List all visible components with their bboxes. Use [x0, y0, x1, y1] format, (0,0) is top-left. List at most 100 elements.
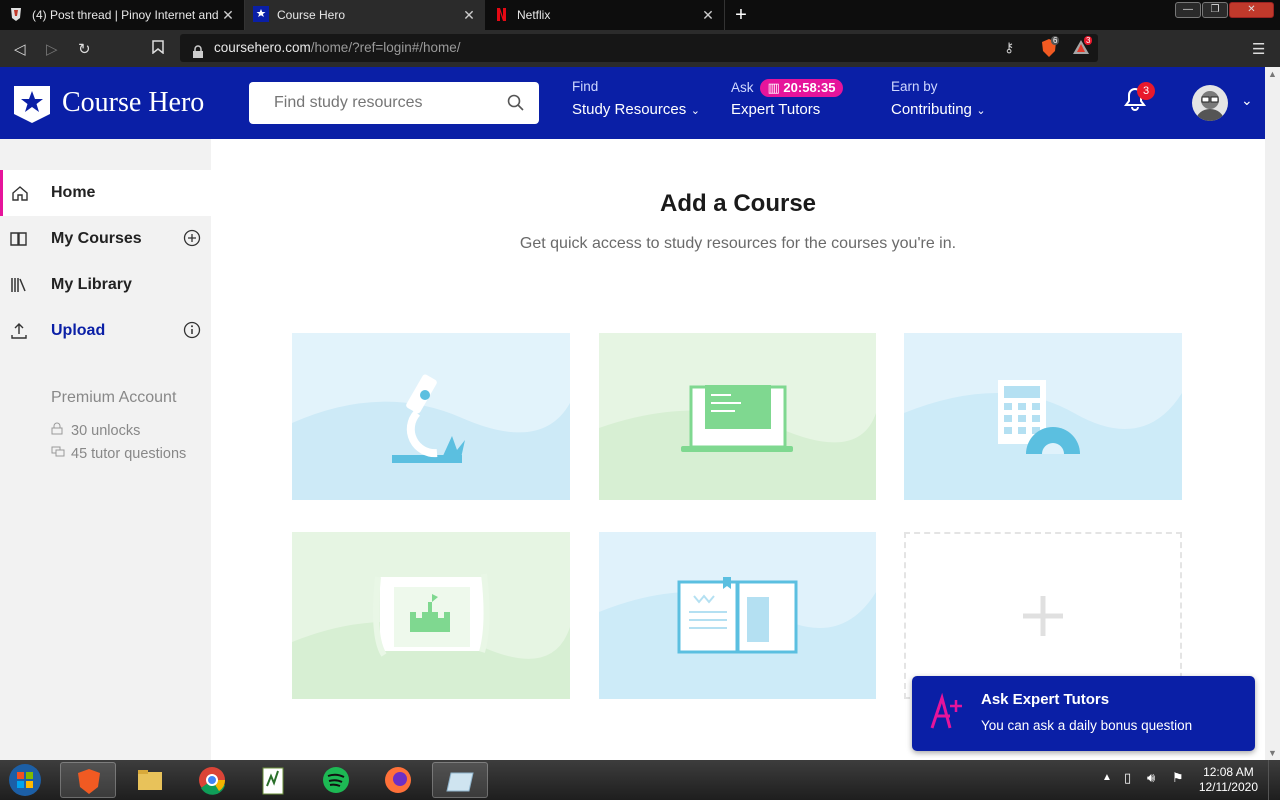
- chrome-icon: [199, 767, 226, 795]
- toast-title: Ask Expert Tutors: [981, 691, 1110, 708]
- clock-time: 12:08 AM: [1203, 765, 1254, 779]
- tab-title: Course Hero: [277, 8, 346, 22]
- browser-tab-bar: (4) Post thread | Pinoy Internet and ✕ C…: [0, 0, 1280, 30]
- tab-title: (4) Post thread | Pinoy Internet and: [32, 8, 219, 22]
- course-card-history[interactable]: [292, 532, 570, 699]
- sidebar-item-upload[interactable]: Upload: [0, 308, 211, 354]
- taskbar-notepad[interactable]: [246, 762, 302, 798]
- sidebar-item-label: My Courses: [51, 230, 142, 247]
- volume-icon[interactable]: 🔊︎: [1147, 770, 1155, 786]
- tab-pinoy[interactable]: (4) Post thread | Pinoy Internet and ✕: [0, 0, 245, 30]
- tutor-questions-text: 45 tutor questions: [71, 446, 187, 462]
- scroll-up-icon[interactable]: ▲: [1268, 69, 1277, 79]
- taskbar-explorer[interactable]: [122, 762, 178, 798]
- menu-icon[interactable]: ☰: [1252, 40, 1265, 58]
- course-card-computer[interactable]: [599, 333, 877, 500]
- back-icon[interactable]: ◁: [14, 40, 26, 58]
- find-study-resources-menu[interactable]: Find Study Resources ⌄: [572, 79, 700, 119]
- avatar[interactable]: [1192, 85, 1228, 121]
- taskbar-chrome[interactable]: [184, 762, 240, 798]
- course-card-science[interactable]: [292, 333, 570, 500]
- reload-icon[interactable]: ↻: [78, 40, 91, 58]
- home-icon: [11, 184, 29, 207]
- url-path: /home/?ref=login#/home/: [310, 40, 461, 55]
- notepad-icon: [262, 767, 284, 795]
- taskbar-brave[interactable]: [60, 762, 116, 798]
- taskbar-spotify[interactable]: [308, 762, 364, 798]
- flag-icon[interactable]: ⚑: [1172, 770, 1184, 786]
- unlocks-stat: 30 unlocks: [51, 422, 140, 439]
- course-hero-logo[interactable]: Course Hero: [12, 83, 204, 123]
- close-tab-icon[interactable]: ✕: [700, 7, 716, 24]
- tab-course-hero[interactable]: Course Hero ✕: [245, 0, 485, 30]
- book-icon: [10, 230, 28, 253]
- site-header: Course Hero Find Study Resources ⌄ Ask▥ …: [0, 67, 1265, 139]
- new-tab-button[interactable]: +: [731, 5, 751, 25]
- page-scrollbar[interactable]: ▲ ▼: [1265, 67, 1280, 760]
- a-plus-icon: [928, 690, 968, 741]
- tray-device-icon[interactable]: ▯: [1124, 770, 1131, 786]
- unlocks-text: 30 unlocks: [71, 423, 141, 439]
- menu-small-label: Find: [572, 79, 599, 94]
- close-window-button[interactable]: ✕: [1229, 2, 1274, 18]
- show-desktop-button[interactable]: [1268, 760, 1280, 800]
- ask-expert-tutors-menu[interactable]: Ask ▥ 20:58:35 Expert Tutors: [731, 79, 844, 119]
- taskbar-firefox[interactable]: [370, 762, 426, 798]
- lock-icon: [51, 422, 65, 439]
- netflix-favicon-icon: [493, 6, 509, 25]
- scroll-down-icon[interactable]: ▼: [1268, 748, 1277, 758]
- menu-big-label: Expert Tutors: [731, 101, 821, 118]
- brave-shield-icon[interactable]: 6: [1040, 36, 1060, 63]
- search-box[interactable]: [249, 82, 539, 124]
- sidebar-item-home[interactable]: Home: [0, 170, 211, 216]
- calculator-illustration-icon: [904, 333, 1182, 500]
- app-window-icon: [446, 772, 474, 792]
- folder-icon: [138, 770, 162, 790]
- menu-small-label: Earn by: [891, 79, 938, 94]
- firefox-icon: [385, 767, 411, 793]
- menu-big-label: Contributing: [891, 101, 972, 118]
- course-card-literature[interactable]: [599, 532, 877, 699]
- search-icon[interactable]: [507, 94, 525, 117]
- tray-arrow-icon[interactable]: ▲: [1102, 772, 1112, 783]
- bookmark-icon[interactable]: [152, 40, 164, 58]
- tab-netflix[interactable]: Netflix ✕: [485, 0, 725, 30]
- sidebar-item-label: Home: [51, 184, 96, 201]
- add-course-icon[interactable]: [183, 229, 201, 252]
- upload-icon: [10, 322, 28, 345]
- open-book-illustration-icon: [599, 532, 876, 699]
- close-tab-icon[interactable]: ✕: [461, 7, 477, 24]
- lock-icon: [192, 41, 204, 69]
- search-input[interactable]: [249, 82, 489, 124]
- spotify-icon: [323, 767, 349, 793]
- maximize-button[interactable]: ❐: [1202, 2, 1228, 18]
- close-tab-icon[interactable]: ✕: [220, 7, 236, 24]
- sidebar-item-my-library[interactable]: My Library: [0, 262, 211, 308]
- forward-icon[interactable]: ▷: [46, 40, 58, 58]
- sidebar: Home My Courses My Library Upload Premiu…: [0, 139, 211, 760]
- minimize-button[interactable]: —: [1175, 2, 1201, 18]
- taskbar-app[interactable]: [432, 762, 488, 798]
- menu-small-label: Ask ▥ 20:58:35: [731, 79, 844, 101]
- page-subtitle: Get quick access to study resources for …: [519, 235, 957, 252]
- tab-title: Netflix: [517, 8, 551, 22]
- avatar-chevron-down-icon[interactable]: ⌄: [1241, 92, 1253, 109]
- course-hero-favicon-icon: [253, 5, 269, 25]
- course-card-math[interactable]: [904, 333, 1182, 500]
- earn-by-contributing-menu[interactable]: Earn by Contributing ⌄: [891, 79, 986, 119]
- rewards-icon[interactable]: 3: [1072, 36, 1093, 60]
- sidebar-item-my-courses[interactable]: My Courses: [0, 216, 211, 262]
- key-icon[interactable]: ⚷: [1004, 34, 1014, 62]
- library-icon: [10, 276, 28, 299]
- taskbar-clock[interactable]: 12:08 AM 12/11/2020: [1199, 765, 1258, 795]
- add-course-card[interactable]: [904, 532, 1182, 699]
- clock-date: 12/11/2020: [1198, 780, 1258, 794]
- info-icon[interactable]: [183, 321, 201, 344]
- menu-big-label: Study Resources: [572, 101, 687, 118]
- laptop-illustration-icon: [599, 333, 876, 500]
- ask-expert-tutors-toast[interactable]: Ask Expert Tutors You can ask a daily bo…: [912, 676, 1255, 751]
- url-domain: coursehero.com: [214, 40, 311, 55]
- sidebar-item-label: My Library: [51, 276, 132, 293]
- url-field[interactable]: coursehero.com/home/?ref=login#/home/ ⚷: [180, 34, 1098, 62]
- start-button[interactable]: [6, 762, 46, 798]
